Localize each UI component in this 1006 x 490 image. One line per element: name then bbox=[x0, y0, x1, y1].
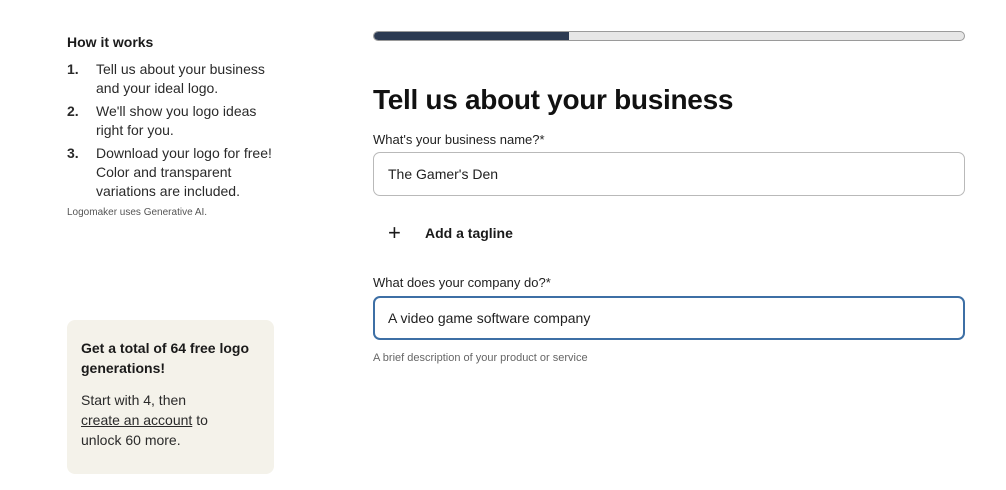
step-item: 1. Tell us about your business and your … bbox=[67, 60, 277, 98]
progress-bar bbox=[373, 31, 965, 41]
steps-list: 1. Tell us about your business and your … bbox=[67, 60, 277, 201]
company-description-label: What does your company do?* bbox=[373, 275, 551, 290]
step-item: 3. Download your logo for free! Color an… bbox=[67, 144, 277, 201]
promo-body: Start with 4, then create an account to … bbox=[81, 390, 251, 450]
create-account-link[interactable]: create an account bbox=[81, 412, 192, 428]
step-number: 2. bbox=[67, 103, 79, 119]
business-name-input[interactable] bbox=[373, 152, 965, 196]
progress-fill bbox=[374, 32, 569, 40]
plus-icon: + bbox=[388, 220, 401, 245]
step-number: 1. bbox=[67, 61, 79, 77]
step-text: Tell us about your business and your ide… bbox=[96, 61, 265, 96]
company-description-input[interactable] bbox=[373, 296, 965, 340]
step-text: Download your logo for free! Color and t… bbox=[96, 145, 272, 199]
step-item: 2. We'll show you logo ideas right for y… bbox=[67, 102, 277, 140]
how-it-works-title: How it works bbox=[67, 34, 154, 50]
business-name-label: What's your business name?* bbox=[373, 132, 545, 147]
promo-title: Get a total of 64 free logo generations! bbox=[81, 340, 250, 376]
free-generations-promo: Get a total of 64 free logo generations!… bbox=[67, 320, 274, 474]
step-text: We'll show you logo ideas right for you. bbox=[96, 103, 257, 138]
promo-body-prefix: Start with 4, then bbox=[81, 392, 187, 408]
how-it-works-panel: How it works 1. Tell us about your busin… bbox=[67, 34, 277, 218]
company-description-hint: A brief description of your product or s… bbox=[373, 352, 588, 364]
page-title: Tell us about your business bbox=[373, 84, 734, 115]
step-number: 3. bbox=[67, 145, 79, 161]
generative-ai-note: Logomaker uses Generative AI. bbox=[67, 207, 208, 218]
add-tagline-button[interactable]: + Add a tagline bbox=[388, 222, 513, 244]
add-tagline-label: Add a tagline bbox=[425, 225, 513, 241]
